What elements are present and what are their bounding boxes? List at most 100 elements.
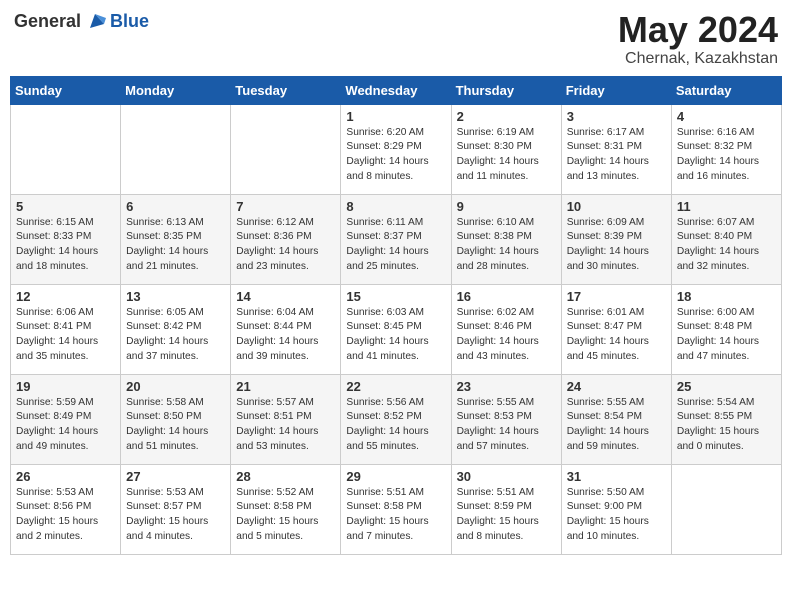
calendar-cell: 21 Sunrise: 5:57 AM Sunset: 8:51 PM Dayli…	[231, 374, 341, 464]
calendar-cell: 26 Sunrise: 5:53 AM Sunset: 8:56 PM Dayli…	[11, 464, 121, 554]
day-info: Sunrise: 5:52 AM Sunset: 8:58 PM Dayligh…	[236, 486, 335, 545]
calendar-cell: 14Sunrise: 6:04 AM Sunset: 8:44 PM Dayli…	[231, 284, 341, 374]
day-number: 9	[457, 199, 556, 214]
header-tuesday: Tuesday	[231, 76, 341, 104]
calendar-cell: 22Sunrise: 5:56 AM Sunset: 8:52 PM Dayli…	[341, 374, 451, 464]
calendar-week-row: 26 Sunrise: 5:53 AM Sunset: 8:56 PM Dayli…	[11, 464, 782, 554]
day-info: Sunrise: 5:59 AM Sunset: 8:49 PM Dayligh…	[16, 396, 115, 455]
day-info: Sunrise: 6:15 AM Sunset: 8:33 PM Dayligh…	[16, 216, 115, 275]
header-wednesday: Wednesday	[341, 76, 451, 104]
day-info: Sunrise: 6:00 AM Sunset: 8:48 PM Dayligh…	[677, 306, 776, 365]
day-number: 28	[236, 469, 335, 484]
calendar-cell: 7 Sunrise: 6:12 AM Sunset: 8:36 PM Daylig…	[231, 194, 341, 284]
title-block: May 2024 Chernak, Kazakhstan	[618, 10, 778, 68]
day-number: 6	[126, 199, 225, 214]
header-sunday: Sunday	[11, 76, 121, 104]
calendar-cell: 31 Sunrise: 5:50 AM Sunset: 9:00 PM Dayli…	[561, 464, 671, 554]
day-number: 21	[236, 379, 335, 394]
day-number: 27	[126, 469, 225, 484]
day-info: Sunrise: 5:53 AM Sunset: 8:56 PM Dayligh…	[16, 486, 115, 545]
day-number: 20	[126, 379, 225, 394]
day-info: Sunrise: 6:09 AM Sunset: 8:39 PM Dayligh…	[567, 216, 666, 275]
day-info: Sunrise: 6:12 AM Sunset: 8:36 PM Dayligh…	[236, 216, 335, 275]
calendar-cell: 29 Sunrise: 5:51 AM Sunset: 8:58 PM Dayli…	[341, 464, 451, 554]
day-info: Sunrise: 5:54 AM Sunset: 8:55 PM Dayligh…	[677, 396, 776, 455]
calendar-cell: 9 Sunrise: 6:10 AM Sunset: 8:38 PM Daylig…	[451, 194, 561, 284]
day-info: Sunrise: 6:17 AM Sunset: 8:31 PM Dayligh…	[567, 126, 666, 185]
calendar-header-row: SundayMondayTuesdayWednesdayThursdayFrid…	[11, 76, 782, 104]
calendar-cell: 30Sunrise: 5:51 AM Sunset: 8:59 PM Dayli…	[451, 464, 561, 554]
day-info: Sunrise: 5:51 AM Sunset: 8:58 PM Dayligh…	[346, 486, 445, 545]
day-info: Sunrise: 6:10 AM Sunset: 8:38 PM Dayligh…	[457, 216, 556, 275]
calendar-cell	[671, 464, 781, 554]
calendar-cell: 6 Sunrise: 6:13 AM Sunset: 8:35 PM Daylig…	[121, 194, 231, 284]
day-number: 30	[457, 469, 556, 484]
calendar-cell: 23 Sunrise: 5:55 AM Sunset: 8:53 PM Dayli…	[451, 374, 561, 464]
calendar-cell: 13 Sunrise: 6:05 AM Sunset: 8:42 PM Dayli…	[121, 284, 231, 374]
calendar-cell	[121, 104, 231, 194]
day-info: Sunrise: 5:55 AM Sunset: 8:53 PM Dayligh…	[457, 396, 556, 455]
day-number: 13	[126, 289, 225, 304]
day-number: 15	[346, 289, 445, 304]
calendar-cell	[231, 104, 341, 194]
day-info: Sunrise: 5:50 AM Sunset: 9:00 PM Dayligh…	[567, 486, 666, 545]
day-number: 26	[16, 469, 115, 484]
day-number: 19	[16, 379, 115, 394]
day-info: Sunrise: 5:56 AM Sunset: 8:52 PM Dayligh…	[346, 396, 445, 455]
calendar-cell	[11, 104, 121, 194]
calendar-cell: 15 Sunrise: 6:03 AM Sunset: 8:45 PM Dayli…	[341, 284, 451, 374]
location-subtitle: Chernak, Kazakhstan	[618, 50, 778, 68]
calendar-cell: 2 Sunrise: 6:19 AM Sunset: 8:30 PM Daylig…	[451, 104, 561, 194]
day-number: 2	[457, 109, 556, 124]
calendar-cell: 8 Sunrise: 6:11 AM Sunset: 8:37 PM Daylig…	[341, 194, 451, 284]
day-number: 1	[346, 109, 445, 124]
day-info: Sunrise: 6:19 AM Sunset: 8:30 PM Dayligh…	[457, 126, 556, 185]
day-number: 7	[236, 199, 335, 214]
day-number: 16	[457, 289, 556, 304]
calendar-cell: 28 Sunrise: 5:52 AM Sunset: 8:58 PM Dayli…	[231, 464, 341, 554]
day-info: Sunrise: 5:55 AM Sunset: 8:54 PM Dayligh…	[567, 396, 666, 455]
calendar-cell: 25Sunrise: 5:54 AM Sunset: 8:55 PM Dayli…	[671, 374, 781, 464]
day-number: 31	[567, 469, 666, 484]
day-number: 18	[677, 289, 776, 304]
day-info: Sunrise: 5:58 AM Sunset: 8:50 PM Dayligh…	[126, 396, 225, 455]
day-number: 8	[346, 199, 445, 214]
calendar-cell: 24 Sunrise: 5:55 AM Sunset: 8:54 PM Dayli…	[561, 374, 671, 464]
day-info: Sunrise: 5:57 AM Sunset: 8:51 PM Dayligh…	[236, 396, 335, 455]
day-info: Sunrise: 6:05 AM Sunset: 8:42 PM Dayligh…	[126, 306, 225, 365]
calendar-cell: 10 Sunrise: 6:09 AM Sunset: 8:39 PM Dayli…	[561, 194, 671, 284]
day-info: Sunrise: 6:06 AM Sunset: 8:41 PM Dayligh…	[16, 306, 115, 365]
month-year-title: May 2024	[618, 10, 778, 50]
calendar-cell: 18 Sunrise: 6:00 AM Sunset: 8:48 PM Dayli…	[671, 284, 781, 374]
day-number: 3	[567, 109, 666, 124]
calendar-week-row: 12Sunrise: 6:06 AM Sunset: 8:41 PM Dayli…	[11, 284, 782, 374]
day-info: Sunrise: 6:07 AM Sunset: 8:40 PM Dayligh…	[677, 216, 776, 275]
header-monday: Monday	[121, 76, 231, 104]
calendar-cell: 27Sunrise: 5:53 AM Sunset: 8:57 PM Dayli…	[121, 464, 231, 554]
logo-blue: Blue	[110, 11, 149, 32]
day-info: Sunrise: 6:11 AM Sunset: 8:37 PM Dayligh…	[346, 216, 445, 275]
calendar-cell: 1 Sunrise: 6:20 AM Sunset: 8:29 PM Daylig…	[341, 104, 451, 194]
day-info: Sunrise: 6:02 AM Sunset: 8:46 PM Dayligh…	[457, 306, 556, 365]
day-number: 10	[567, 199, 666, 214]
day-number: 24	[567, 379, 666, 394]
day-info: Sunrise: 6:20 AM Sunset: 8:29 PM Dayligh…	[346, 126, 445, 185]
day-number: 4	[677, 109, 776, 124]
day-number: 23	[457, 379, 556, 394]
day-info: Sunrise: 6:13 AM Sunset: 8:35 PM Dayligh…	[126, 216, 225, 275]
calendar-cell: 20 Sunrise: 5:58 AM Sunset: 8:50 PM Dayli…	[121, 374, 231, 464]
day-number: 29	[346, 469, 445, 484]
day-info: Sunrise: 6:03 AM Sunset: 8:45 PM Dayligh…	[346, 306, 445, 365]
calendar-cell: 16 Sunrise: 6:02 AM Sunset: 8:46 PM Dayli…	[451, 284, 561, 374]
calendar-week-row: 19 Sunrise: 5:59 AM Sunset: 8:49 PM Dayli…	[11, 374, 782, 464]
calendar-cell: 5Sunrise: 6:15 AM Sunset: 8:33 PM Daylig…	[11, 194, 121, 284]
header-thursday: Thursday	[451, 76, 561, 104]
calendar-cell: 3 Sunrise: 6:17 AM Sunset: 8:31 PM Daylig…	[561, 104, 671, 194]
calendar-table: SundayMondayTuesdayWednesdayThursdayFrid…	[10, 76, 782, 555]
logo-icon	[84, 10, 106, 32]
calendar-cell: 17Sunrise: 6:01 AM Sunset: 8:47 PM Dayli…	[561, 284, 671, 374]
logo: General Blue	[14, 10, 149, 32]
header-saturday: Saturday	[671, 76, 781, 104]
calendar-week-row: 5Sunrise: 6:15 AM Sunset: 8:33 PM Daylig…	[11, 194, 782, 284]
header-friday: Friday	[561, 76, 671, 104]
